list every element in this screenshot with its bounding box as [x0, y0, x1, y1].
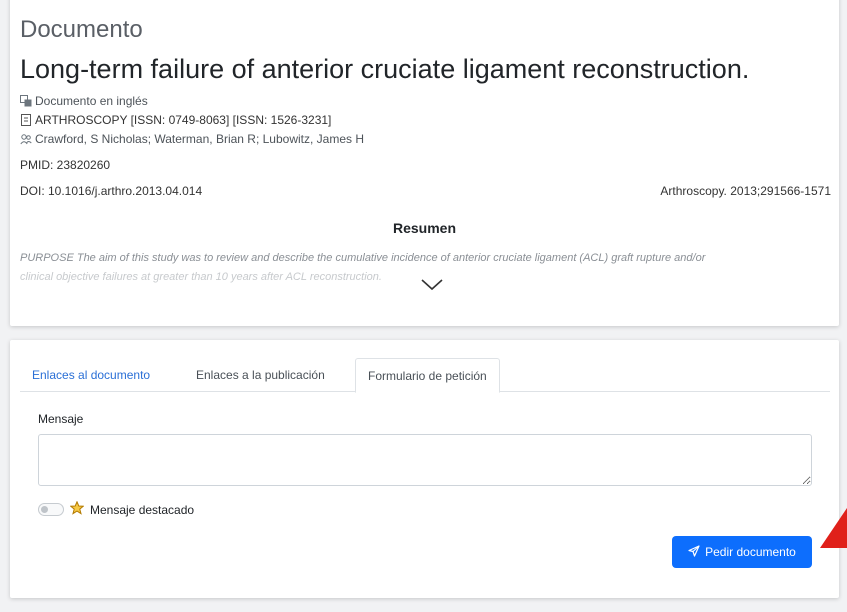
language-line: Documento en inglés [20, 94, 148, 108]
message-label: Mensaje [38, 412, 84, 426]
authors-text[interactable]: Crawford, S Nicholas; Waterman, Brian R;… [35, 132, 364, 146]
chevron-down-icon[interactable] [421, 278, 443, 296]
star-icon [69, 500, 85, 518]
citation: Arthroscopy. 2013;291566-1571 [660, 184, 831, 198]
section-heading: Documento [20, 16, 143, 43]
document-title: Long-term failure of anterior cruciate l… [20, 54, 750, 84]
send-icon [688, 544, 700, 560]
authors-line: Crawford, S Nicholas; Waterman, Brian R;… [20, 132, 364, 146]
tab-publication-links[interactable]: Enlaces a la publicación [184, 358, 337, 392]
featured-row: Mensaje destacado [38, 500, 195, 518]
tab-bar: Enlaces al documento Enlaces a la public… [20, 358, 830, 393]
journal-icon [20, 114, 32, 126]
request-document-button[interactable]: Pedir documento [672, 536, 812, 568]
message-field[interactable] [38, 434, 812, 486]
journal-link[interactable]: ARTHROSCOPY [ISSN: 0749-8063] [ISSN: 152… [35, 113, 331, 127]
journal-line: ARTHROSCOPY [ISSN: 0749-8063] [ISSN: 152… [20, 113, 331, 127]
translate-icon [20, 95, 32, 107]
abstract-line: PURPOSE The aim of this study was to rev… [20, 252, 706, 264]
abstract-heading: Resumen [392, 220, 457, 236]
request-card: Enlaces al documento Enlaces a la public… [10, 340, 839, 598]
tab-request-form[interactable]: Formulario de petición [355, 358, 500, 393]
featured-toggle[interactable] [38, 503, 64, 516]
tab-document-links[interactable]: Enlaces al documento [20, 358, 162, 392]
featured-label: Mensaje destacado [90, 502, 195, 517]
pmid: PMID: 23820260 [20, 158, 111, 172]
request-document-label: Pedir documento [705, 545, 796, 559]
pointer-arrow-icon [820, 508, 847, 553]
document-card: Documento Long-term failure of anterior … [10, 0, 839, 326]
doi[interactable]: DOI: 10.1016/j.arthro.2013.04.014 [20, 184, 202, 198]
people-icon [20, 133, 32, 145]
language-text: Documento en inglés [35, 94, 148, 108]
